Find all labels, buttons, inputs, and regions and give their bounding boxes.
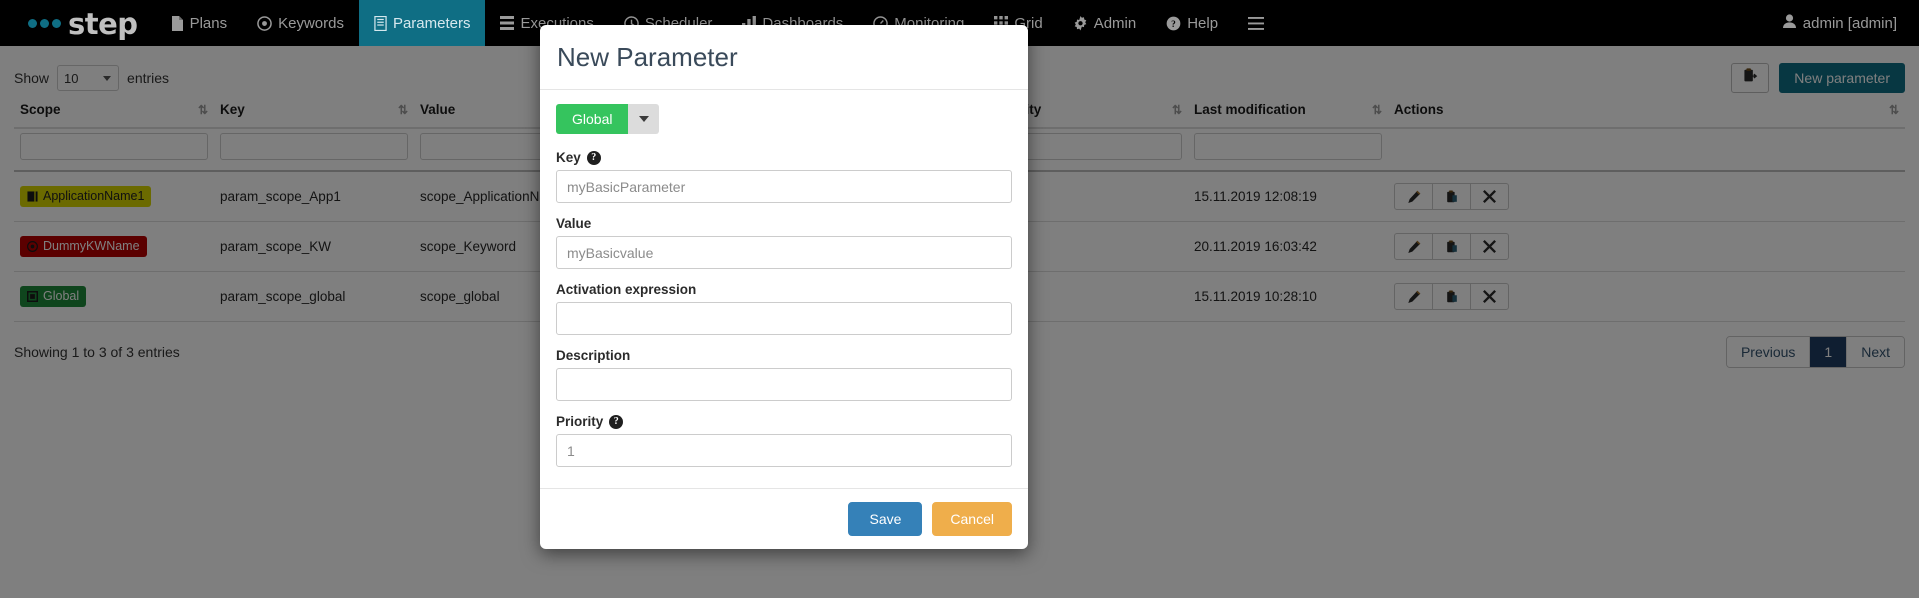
nav-label: Plans [189, 14, 228, 32]
list-icon [374, 15, 387, 31]
label-text: Value [556, 216, 592, 231]
nav-item-keywords[interactable]: Keywords [242, 0, 359, 46]
value-input[interactable] [556, 236, 1012, 269]
scope-dropdown-toggle[interactable] [628, 104, 660, 134]
chevron-down-icon [638, 116, 649, 122]
field-label-activation-expression: Activation expression [556, 282, 1012, 297]
file-icon [171, 15, 184, 31]
help-icon[interactable]: ? [586, 150, 601, 165]
field-label-value: Value [556, 216, 1012, 231]
field-label-priority: Priority ? [556, 414, 1012, 429]
scope-split-button: Global [556, 104, 660, 134]
field-priority: Priority ? [556, 414, 1012, 467]
gear-icon [1073, 15, 1088, 31]
modal-footer: Save Cancel [540, 488, 1028, 549]
field-label-description: Description [556, 348, 1012, 363]
save-button[interactable]: Save [848, 502, 923, 536]
question-circle-icon: ? [1166, 16, 1181, 31]
nav-item-parameters[interactable]: Parameters [358, 0, 486, 46]
nav-item-admin[interactable]: Admin [1058, 0, 1152, 46]
label-text: Priority [556, 414, 604, 429]
help-icon[interactable]: ? [609, 414, 624, 429]
brand-logo[interactable]: step [0, 0, 156, 46]
nav-item-menu[interactable] [1233, 0, 1279, 46]
nav-item-plans[interactable]: Plans [156, 0, 243, 46]
label-text: Activation expression [556, 282, 697, 297]
field-label-key: Key ? [556, 150, 1012, 165]
description-input[interactable] [556, 368, 1012, 401]
modal-body: Global Key ? Value Activation expression [540, 90, 1028, 488]
cancel-button[interactable]: Cancel [932, 502, 1012, 536]
priority-input[interactable] [556, 434, 1012, 467]
nav-label: Help [1187, 14, 1219, 32]
nav-label: Parameters [392, 14, 471, 32]
brand-label: step [68, 6, 138, 41]
field-description: Description [556, 348, 1012, 401]
stack-icon [500, 16, 515, 30]
scope-button[interactable]: Global [556, 104, 629, 134]
field-value: Value [556, 216, 1012, 269]
user-menu[interactable]: admin [admin] [1768, 0, 1919, 46]
activation-expression-input[interactable] [556, 302, 1012, 335]
modal-header: New Parameter [540, 25, 1028, 90]
user-label: admin [admin] [1802, 14, 1897, 32]
nav-label: Keywords [278, 14, 344, 32]
target-icon [257, 15, 272, 31]
brand-dots-icon [28, 18, 61, 28]
label-text: Description [556, 348, 631, 363]
label-text: Key [556, 150, 581, 165]
field-key: Key ? [556, 150, 1012, 203]
new-parameter-modal: New Parameter Global Key ? Value Activat… [540, 25, 1028, 549]
hamburger-icon [1248, 16, 1265, 30]
nav-label: Admin [1093, 14, 1137, 32]
user-icon [1782, 14, 1796, 32]
key-input[interactable] [556, 170, 1012, 203]
nav-item-help[interactable]: ? Help [1151, 0, 1233, 46]
svg-text:?: ? [1171, 19, 1176, 29]
modal-title: New Parameter [557, 42, 738, 72]
field-activation-expression: Activation expression [556, 282, 1012, 335]
